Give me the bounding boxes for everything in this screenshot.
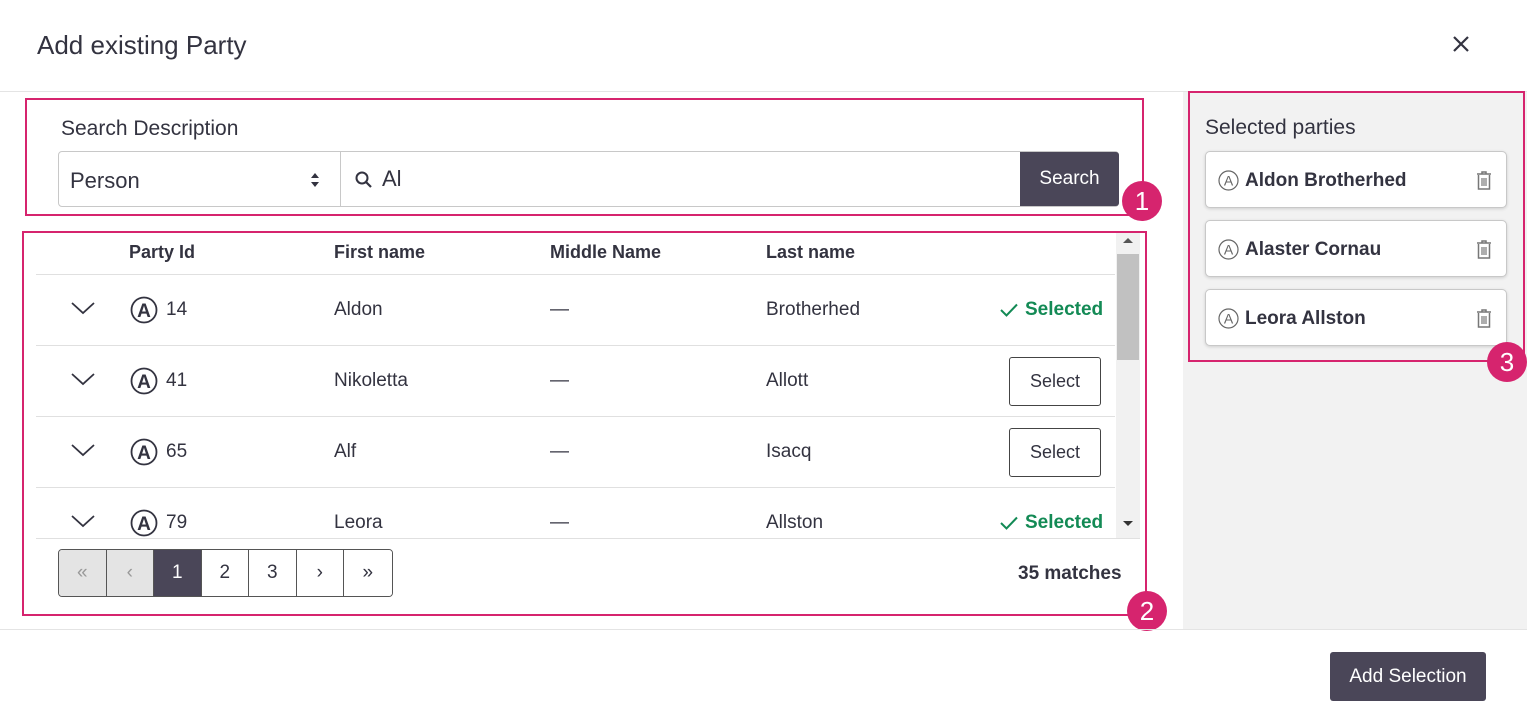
callout-number-1: 1 bbox=[1122, 181, 1162, 221]
dialog-title: Add existing Party bbox=[37, 30, 247, 60]
callout-box-results bbox=[22, 231, 1147, 616]
close-icon[interactable] bbox=[1447, 30, 1475, 58]
callout-box-selected bbox=[1188, 91, 1525, 362]
callout-box-search bbox=[25, 98, 1144, 216]
callout-number-3: 3 bbox=[1487, 342, 1527, 382]
dialog-header: Add existing Party bbox=[0, 0, 1527, 92]
add-selection-button[interactable]: Add Selection bbox=[1330, 652, 1486, 701]
footer-divider bbox=[0, 629, 1527, 630]
callout-number-2: 2 bbox=[1127, 591, 1167, 631]
